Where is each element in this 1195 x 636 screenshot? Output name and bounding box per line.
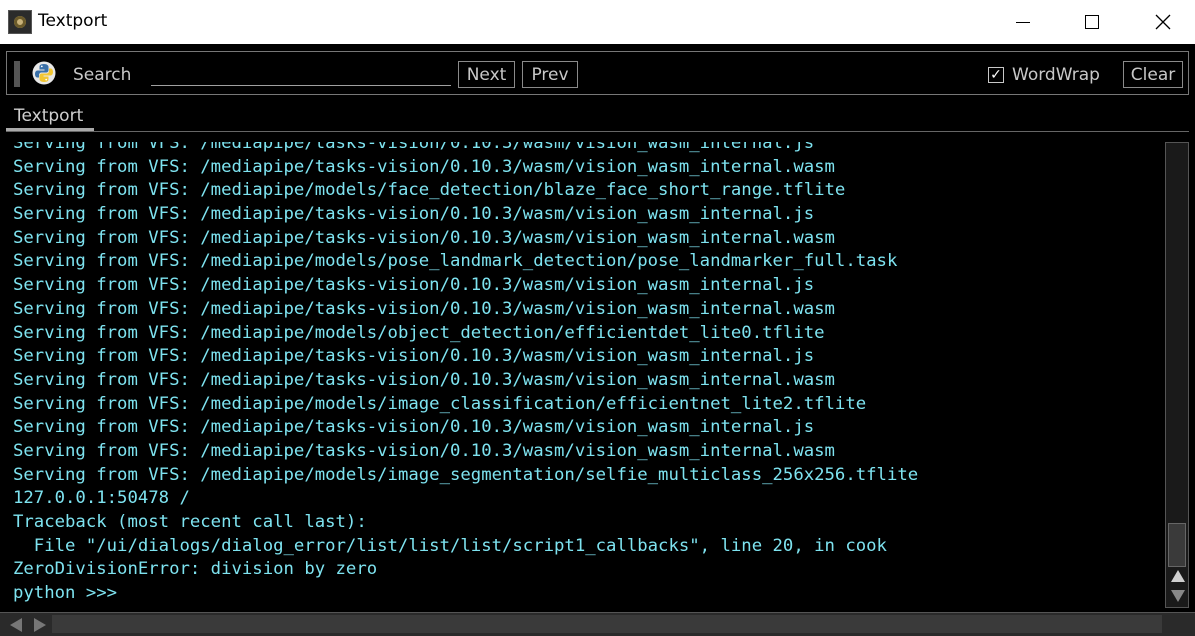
window-title: Textport: [38, 11, 108, 31]
wordwrap-label: WordWrap: [1012, 65, 1100, 85]
search-input[interactable]: [151, 61, 451, 86]
tab-textport[interactable]: Textport: [14, 106, 83, 126]
console-line: Serving from VFS: /mediapipe/models/pose…: [13, 251, 898, 272]
console-line: Serving from VFS: /mediapipe/models/imag…: [13, 464, 919, 485]
console-line: ZeroDivisionError: division by zero: [13, 559, 378, 580]
prev-button[interactable]: Prev: [522, 61, 578, 88]
horizontal-scroll-track[interactable]: [52, 615, 1162, 633]
horizontal-scrollbar[interactable]: [0, 612, 1195, 636]
console-line: Serving from VFS: /mediapipe/models/face…: [13, 180, 846, 201]
console-line: Serving from VFS: /mediapipe/tasks-visio…: [13, 346, 815, 367]
close-button[interactable]: [1140, 0, 1186, 44]
clear-button[interactable]: Clear: [1123, 61, 1183, 88]
console-line: python >>>: [13, 583, 118, 604]
console-line: Serving from VFS: /mediapipe/models/obje…: [13, 322, 825, 343]
console-line: Serving from VFS: /mediapipe/tasks-visio…: [13, 204, 815, 225]
console-line: Serving from VFS: /mediapipe/tasks-visio…: [13, 227, 835, 248]
console-line: Serving from VFS: /mediapipe/tasks-visio…: [13, 142, 815, 153]
minimize-icon: [1016, 21, 1030, 23]
search-toolbar: Search Next Prev ✓ WordWrap Clear: [6, 51, 1189, 95]
scroll-right-icon[interactable]: [34, 618, 46, 632]
maximize-icon: [1085, 15, 1099, 29]
console-line: Serving from VFS: /mediapipe/tasks-visio…: [13, 275, 815, 296]
tab-divider: [6, 131, 1189, 132]
vertical-scrollbar[interactable]: [1165, 142, 1189, 608]
console-text: Serving from VFS: /mediapipe/tasks-visio…: [13, 142, 918, 606]
wordwrap-checkbox[interactable]: ✓: [988, 67, 1004, 83]
console-line: Serving from VFS: /mediapipe/tasks-visio…: [13, 156, 835, 177]
console-line: Serving from VFS: /mediapipe/tasks-visio…: [13, 417, 815, 438]
scroll-down-icon[interactable]: [1171, 590, 1185, 602]
console-line: Serving from VFS: /mediapipe/tasks-visio…: [13, 298, 835, 319]
toolbar-grip-handle[interactable]: [14, 61, 20, 87]
maximize-button[interactable]: [1069, 0, 1115, 44]
next-button[interactable]: Next: [458, 61, 515, 88]
console-line: 127.0.0.1:50478 /: [13, 488, 190, 509]
console-line: Serving from VFS: /mediapipe/tasks-visio…: [13, 440, 835, 461]
console-line: Traceback (most recent call last):: [13, 512, 367, 532]
app-icon[interactable]: [8, 10, 32, 34]
console-output[interactable]: Serving from VFS: /mediapipe/tasks-visio…: [0, 142, 1162, 610]
console-line: Serving from VFS: /mediapipe/tasks-visio…: [13, 369, 835, 390]
search-label: Search: [73, 65, 132, 85]
title-bar: Textport: [0, 0, 1195, 44]
close-icon: [1155, 14, 1171, 30]
minimize-button[interactable]: [1000, 0, 1046, 44]
vertical-scroll-thumb[interactable]: [1168, 523, 1186, 567]
console-line: Serving from VFS: /mediapipe/models/imag…: [13, 393, 867, 414]
scroll-up-icon[interactable]: [1171, 570, 1185, 582]
python-logo-icon: [32, 61, 56, 85]
scroll-left-icon[interactable]: [10, 618, 22, 632]
console-line: File "/ui/dialogs/dialog_error/list/list…: [13, 535, 887, 556]
